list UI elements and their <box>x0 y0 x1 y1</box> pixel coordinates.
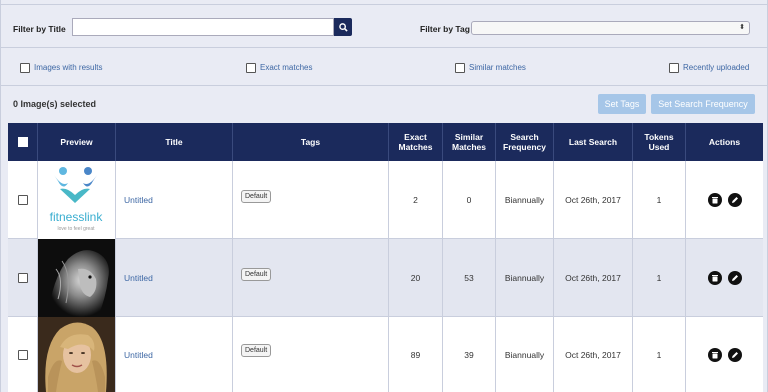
tag-badge[interactable]: Default <box>241 267 272 281</box>
similar-matches-value[interactable]: 0 <box>443 161 496 239</box>
fitnesslink-logo-text: fitnesslink <box>50 210 104 224</box>
frequency-value: Biannually <box>496 317 554 392</box>
col-similar-matches[interactable]: Similar Matches <box>443 123 496 161</box>
col-search-frequency[interactable]: Search Frequency <box>496 123 554 161</box>
selected-count: 0 Image(s) selected <box>13 99 97 109</box>
exact-matches-value[interactable]: 2 <box>389 161 443 239</box>
delete-icon[interactable] <box>707 347 722 362</box>
last-search-value: Oct 26th, 2017 <box>554 317 633 392</box>
recently-uploaded-label[interactable]: Recently uploaded <box>683 63 749 72</box>
fitnesslink-tagline: love to feel great <box>58 226 96 232</box>
edit-icon[interactable] <box>727 271 742 285</box>
search-icon <box>338 22 348 32</box>
lion-thumbnail[interactable] <box>38 239 115 317</box>
set-search-frequency-button[interactable]: Set Search Frequency <box>651 94 755 114</box>
row-checkbox[interactable] <box>17 273 28 283</box>
similar-matches-checkbox[interactable] <box>455 63 465 73</box>
exact-matches-value[interactable]: 20 <box>389 239 443 317</box>
table-header: Preview Title Tags Exact Matches Similar… <box>8 123 763 161</box>
col-preview: Preview <box>38 123 116 161</box>
preview-cell[interactable] <box>38 317 116 392</box>
filter-tag-label: Filter by Tag <box>420 24 470 34</box>
similar-matches-value[interactable]: 53 <box>443 239 496 317</box>
last-search-value: Oct 26th, 2017 <box>554 239 633 317</box>
search-button[interactable] <box>334 18 352 36</box>
frequency-value: Biannually <box>496 161 554 239</box>
row-title-link[interactable]: Untitled <box>124 273 153 283</box>
fitnesslink-thumbnail[interactable]: fitnesslink love to feel great <box>38 161 115 239</box>
match-filters: Images with results Exact matches Simila… <box>1 49 767 86</box>
tokens-value: 1 <box>633 239 686 317</box>
tokens-value: 1 <box>633 161 686 239</box>
edit-icon[interactable] <box>727 347 742 362</box>
filter-bar: Filter by Title Filter by Tag ⬍ <box>1 4 767 48</box>
table-row: Untitled Default 20 53 Biannually Oct 26… <box>8 239 763 317</box>
last-search-value: Oct 26th, 2017 <box>554 161 633 239</box>
tag-badge[interactable]: Default <box>241 189 272 203</box>
woman-portrait-thumbnail[interactable] <box>38 317 115 392</box>
tag-badge[interactable]: Default <box>241 344 272 357</box>
exact-matches-checkbox[interactable] <box>246 63 256 73</box>
col-tokens-used[interactable]: Tokens Used <box>633 123 686 161</box>
delete-icon[interactable] <box>707 193 722 207</box>
title-search-input[interactable] <box>72 18 334 36</box>
col-title[interactable]: Title <box>116 123 233 161</box>
set-tags-button[interactable]: Set Tags <box>598 94 646 114</box>
images-with-results-checkbox[interactable] <box>20 63 30 73</box>
row-checkbox[interactable] <box>17 195 28 205</box>
exact-matches-value[interactable]: 89 <box>389 317 443 392</box>
edit-icon[interactable] <box>727 193 742 207</box>
delete-icon[interactable] <box>707 271 722 285</box>
tokens-value: 1 <box>633 317 686 392</box>
col-exact-matches[interactable]: Exact Matches <box>389 123 443 161</box>
col-last-search[interactable]: Last Search <box>554 123 633 161</box>
table-row: fitnesslink love to feel great Untitled … <box>8 161 763 239</box>
frequency-value: Biannually <box>496 239 554 317</box>
similar-matches-value[interactable]: 39 <box>443 317 496 392</box>
image-manager-page: Filter by Title Filter by Tag ⬍ Images w… <box>0 0 768 392</box>
filter-title-label: Filter by Title <box>13 24 66 34</box>
selection-bar: 0 Image(s) selected Set Tags Set Search … <box>1 87 767 122</box>
row-checkbox[interactable] <box>17 349 28 360</box>
preview-cell[interactable] <box>38 239 116 317</box>
row-title-link[interactable]: Untitled <box>124 195 153 205</box>
images-with-results-label[interactable]: Images with results <box>34 63 102 72</box>
exact-matches-label[interactable]: Exact matches <box>260 63 312 72</box>
row-title-link[interactable]: Untitled <box>124 350 153 360</box>
similar-matches-label[interactable]: Similar matches <box>469 63 526 72</box>
recently-uploaded-checkbox[interactable] <box>669 63 679 73</box>
tag-select[interactable]: ⬍ <box>471 21 750 35</box>
select-all-checkbox[interactable] <box>17 137 28 147</box>
table-row: Untitled Default 89 39 Biannually Oct 26… <box>8 317 763 392</box>
select-arrows-icon: ⬍ <box>739 24 745 31</box>
preview-cell[interactable]: fitnesslink love to feel great <box>38 161 116 239</box>
col-tags: Tags <box>233 123 389 161</box>
col-actions: Actions <box>708 137 741 147</box>
